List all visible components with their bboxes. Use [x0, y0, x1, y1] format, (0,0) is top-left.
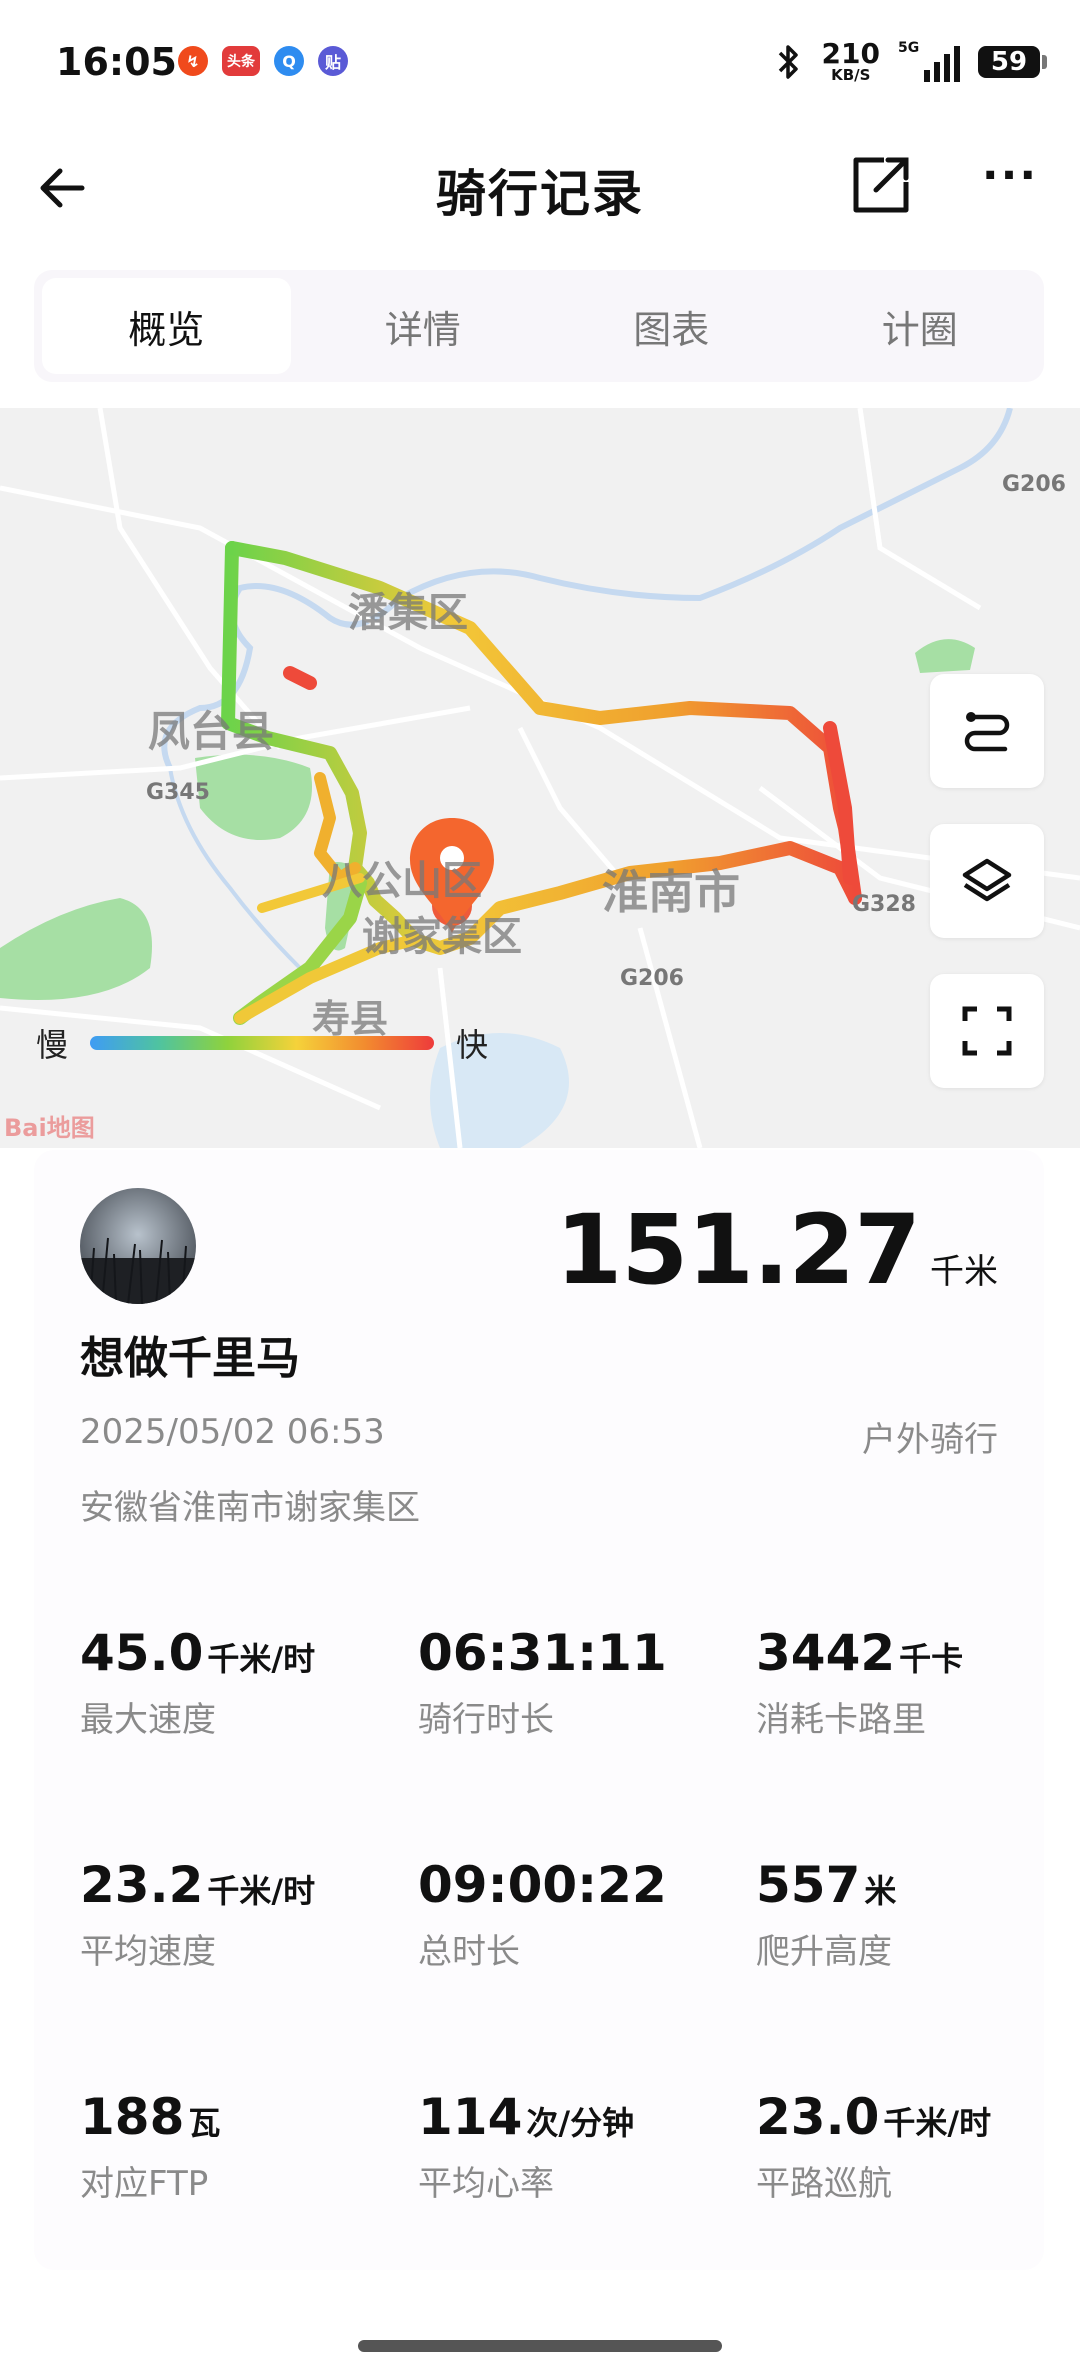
username: 想做千里马	[80, 1333, 300, 1384]
more-options-icon[interactable]: ···	[980, 154, 1040, 216]
avatar[interactable]	[80, 1188, 196, 1304]
fullscreen-icon	[962, 1006, 1012, 1056]
tab-bar: 概览 详情 图表 计圈	[34, 270, 1044, 382]
stat-avg-speed: 23.2 千米/时 平均速度	[80, 1856, 316, 1972]
browser-app-icon: Q	[274, 46, 304, 76]
map-label: 淮南市	[602, 865, 740, 919]
toutiao-app-icon: 头条	[222, 46, 260, 76]
stat-ftp: 188 瓦 对应FTP	[80, 2088, 221, 2204]
map-layers-button[interactable]	[930, 824, 1044, 938]
speed-legend: 慢 快	[36, 1020, 488, 1066]
summary-card: 想做千里马 151.27 千米 2025/05/02 06:53 户外骑行 安徽…	[34, 1150, 1044, 2270]
stat-flat-cruise: 23.0 千米/时 平路巡航	[756, 2088, 992, 2204]
map-label: 潘集区	[348, 590, 468, 636]
header: 骑行记录 ···	[0, 120, 1080, 250]
tab-details[interactable]: 详情	[299, 270, 548, 382]
legend-fast-label: 快	[456, 1026, 489, 1064]
map-label: 谢家集区	[362, 914, 522, 960]
ride-datetime: 2025/05/02 06:53	[80, 1412, 385, 1452]
stat-calories: 3442 千卡 消耗卡路里	[756, 1624, 964, 1740]
signal-icon: 5G	[898, 40, 960, 82]
page-title: 骑行记录	[436, 165, 644, 223]
road-label: G328	[852, 892, 916, 917]
news-app-icon: ↯	[178, 46, 208, 76]
road-label: G345	[146, 780, 210, 805]
tieba-app-icon: 贴	[318, 46, 348, 76]
stat-total-duration: 09:00:22 总时长	[418, 1856, 667, 1972]
map-label: 凤台县	[148, 707, 275, 756]
total-distance: 151.27 千米	[556, 1194, 998, 1306]
route-toggle-button[interactable]	[930, 674, 1044, 788]
road-label: G206	[1002, 472, 1066, 497]
ride-location: 安徽省淮南市谢家集区	[80, 1488, 420, 1528]
fullscreen-button[interactable]	[930, 974, 1044, 1088]
legend-slow-label: 慢	[36, 1026, 69, 1064]
net-speed: 210 KB/S	[821, 37, 880, 84]
bluetooth-icon	[778, 44, 798, 79]
layers-icon	[962, 858, 1012, 902]
map-label: 八公山区	[322, 858, 482, 904]
status-bar: 16:05 ↯ 头条 Q 贴 210 KB/S 5G 59	[0, 0, 1080, 120]
stat-elevation-gain: 557 米 爬升高度	[756, 1856, 897, 1972]
stat-max-speed: 45.0 千米/时 最大速度	[80, 1624, 316, 1740]
status-right: 210 KB/S 5G 59	[774, 37, 1047, 84]
sport-type: 户外骑行	[862, 1420, 998, 1460]
notification-icons: ↯ 头条 Q 贴	[178, 46, 348, 76]
baidu-map-logo: Bai地图	[4, 1114, 95, 1142]
share-edit-icon[interactable]	[848, 152, 914, 218]
speed-gradient-bar	[90, 1036, 435, 1050]
status-time: 16:05	[56, 40, 177, 84]
tab-overview[interactable]: 概览	[42, 278, 291, 374]
tab-charts[interactable]: 图表	[547, 270, 796, 382]
tab-laps[interactable]: 计圈	[796, 270, 1045, 382]
road-label: G206	[620, 966, 684, 991]
distance-unit: 千米	[930, 1252, 998, 1292]
distance-value: 151.27	[555, 1194, 921, 1306]
stat-ride-duration: 06:31:11 骑行时长	[418, 1624, 667, 1740]
route-icon	[964, 712, 1010, 752]
battery-icon: 59	[978, 45, 1047, 78]
stat-avg-heart-rate: 114 次/分钟 平均心率	[418, 2088, 635, 2204]
home-indicator[interactable]	[358, 2340, 722, 2352]
route-map[interactable]: 潘集区 凤台县 八公山区 谢家集区 淮南市 寿县 G206 G345 G206 …	[0, 408, 1080, 1148]
